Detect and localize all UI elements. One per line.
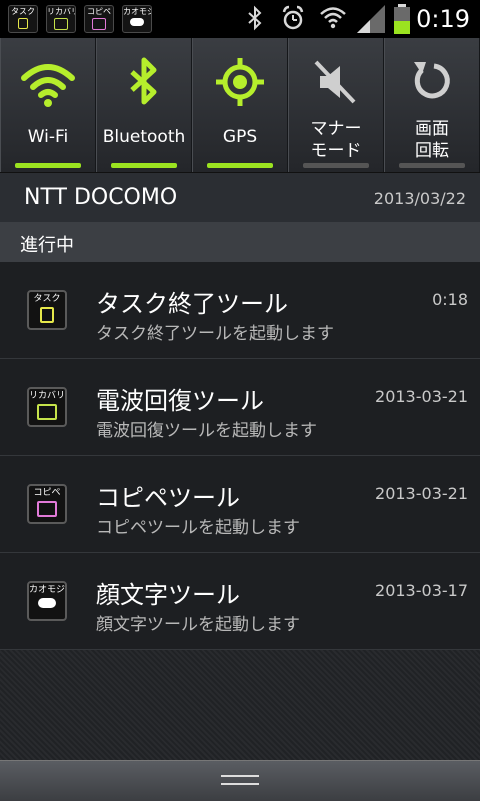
alarm-icon bbox=[282, 5, 304, 30]
icon-tag: リカバリ bbox=[29, 391, 66, 401]
notification-time: 2013-03-21 bbox=[375, 484, 468, 503]
carrier-row: NTT DOCOMO 2013/03/22 bbox=[0, 172, 480, 223]
toggle-label: マナー モード bbox=[289, 118, 383, 162]
empty-notification-area bbox=[0, 650, 480, 760]
toggle-wifi[interactable]: Wi-Fi bbox=[0, 38, 96, 172]
copipe-glyph-icon bbox=[37, 501, 57, 517]
toggle-label-line1: 画面 bbox=[415, 119, 449, 139]
app-tag: タスク bbox=[11, 7, 35, 16]
rotate-icon bbox=[414, 62, 450, 99]
app-tag: コピペ bbox=[87, 7, 111, 16]
carrier-name: NTT DOCOMO bbox=[24, 185, 178, 210]
toggle-label: Wi-Fi bbox=[27, 127, 69, 147]
bluetooth-icon bbox=[130, 57, 157, 105]
notification-subtitle: コピペツールを起動します bbox=[96, 518, 300, 538]
task-glyph-icon bbox=[40, 307, 54, 323]
icon-tag: カオモジ bbox=[29, 585, 66, 595]
toggle-active-indicator bbox=[15, 163, 81, 168]
kaomoji-tool-icon: カオモジ bbox=[27, 581, 67, 621]
notification-time: 0:18 bbox=[432, 290, 468, 309]
recovery-tool-app-icon: リカバリ bbox=[46, 5, 76, 33]
toggle-active-indicator bbox=[207, 163, 273, 168]
toggle-gps[interactable]: GPS bbox=[192, 38, 288, 172]
section-title: 進行中 bbox=[20, 235, 74, 256]
carrier-date: 2013/03/22 bbox=[373, 189, 466, 208]
bluetooth-icon bbox=[248, 5, 262, 31]
notification-kaomoji-tool[interactable]: カオモジ 顔文字ツール 顔文字ツールを起動します 2013-03-17 bbox=[0, 553, 480, 650]
recovery-tool-icon: リカバリ bbox=[27, 387, 67, 427]
status-bar: タスク リカバリ コピペ カオモジ 0:19 bbox=[0, 0, 480, 38]
copipe-glyph-icon bbox=[92, 18, 106, 30]
silent-mode-icon bbox=[314, 60, 356, 104]
notification-recovery-tool[interactable]: リカバリ 電波回復ツール 電波回復ツールを起動します 2013-03-21 bbox=[0, 359, 480, 456]
notification-copipe-tool[interactable]: コピペ コピペツール コピペツールを起動します 2013-03-21 bbox=[0, 456, 480, 553]
notification-subtitle: 顔文字ツールを起動します bbox=[96, 615, 300, 635]
toggle-screen-rotation[interactable]: 画面 回転 bbox=[384, 38, 480, 172]
notification-task-tool[interactable]: タスク タスク終了ツール タスク終了ツールを起動します 0:18 bbox=[0, 262, 480, 359]
toggle-label: GPS bbox=[222, 127, 258, 147]
kaomoji-tool-app-icon: カオモジ bbox=[122, 5, 152, 33]
gps-icon bbox=[216, 58, 264, 106]
ongoing-section-header: 進行中 bbox=[0, 222, 480, 262]
wifi-icon bbox=[21, 64, 75, 107]
toggle-silent-mode[interactable]: マナー モード bbox=[288, 38, 384, 172]
app-tag: カオモジ bbox=[123, 7, 152, 16]
kaomoji-glyph-icon bbox=[130, 18, 144, 26]
toggle-label-line2: 回転 bbox=[415, 141, 449, 161]
icon-tag: タスク bbox=[33, 294, 61, 304]
toggle-label-line1: マナー bbox=[310, 119, 362, 139]
panel-drag-handle[interactable] bbox=[0, 760, 480, 801]
toggle-inactive-indicator bbox=[303, 163, 369, 168]
task-glyph-icon bbox=[18, 18, 28, 29]
copipe-tool-icon: コピペ bbox=[27, 484, 67, 524]
notification-subtitle: 電波回復ツールを起動します bbox=[96, 421, 317, 441]
notification-title: 顔文字ツール bbox=[96, 581, 240, 609]
signal-icon bbox=[357, 5, 385, 33]
recovery-glyph-icon bbox=[37, 404, 57, 420]
toggle-inactive-indicator bbox=[399, 163, 465, 168]
icon-tag: コピペ bbox=[33, 488, 61, 498]
notification-title: 電波回復ツール bbox=[96, 387, 264, 415]
notification-subtitle: タスク終了ツールを起動します bbox=[96, 324, 334, 344]
toggle-label-line2: モード bbox=[310, 141, 362, 161]
toggle-label: 画面 回転 bbox=[385, 118, 479, 162]
notification-title: タスク終了ツール bbox=[96, 290, 288, 318]
clock: 0:19 bbox=[416, 5, 470, 33]
task-tool-icon: タスク bbox=[27, 290, 67, 330]
app-tag: リカバリ bbox=[47, 7, 76, 16]
quick-settings-panel: Wi-Fi Bluetooth GPS マナー モード 画面 回転 bbox=[0, 38, 480, 172]
notification-title: コピペツール bbox=[96, 484, 240, 512]
toggle-active-indicator bbox=[111, 163, 177, 168]
notification-time: 2013-03-21 bbox=[375, 387, 468, 406]
kaomoji-glyph-icon bbox=[38, 598, 56, 608]
toggle-label: Bluetooth bbox=[102, 127, 186, 147]
wifi-icon bbox=[320, 7, 346, 29]
copipe-tool-app-icon: コピペ bbox=[84, 5, 114, 33]
task-tool-app-icon: タスク bbox=[8, 5, 38, 33]
toggle-bluetooth[interactable]: Bluetooth bbox=[96, 38, 192, 172]
notification-time: 2013-03-17 bbox=[375, 581, 468, 600]
battery-icon bbox=[394, 4, 410, 34]
recovery-glyph-icon bbox=[54, 18, 68, 30]
grip-icon bbox=[221, 775, 259, 785]
